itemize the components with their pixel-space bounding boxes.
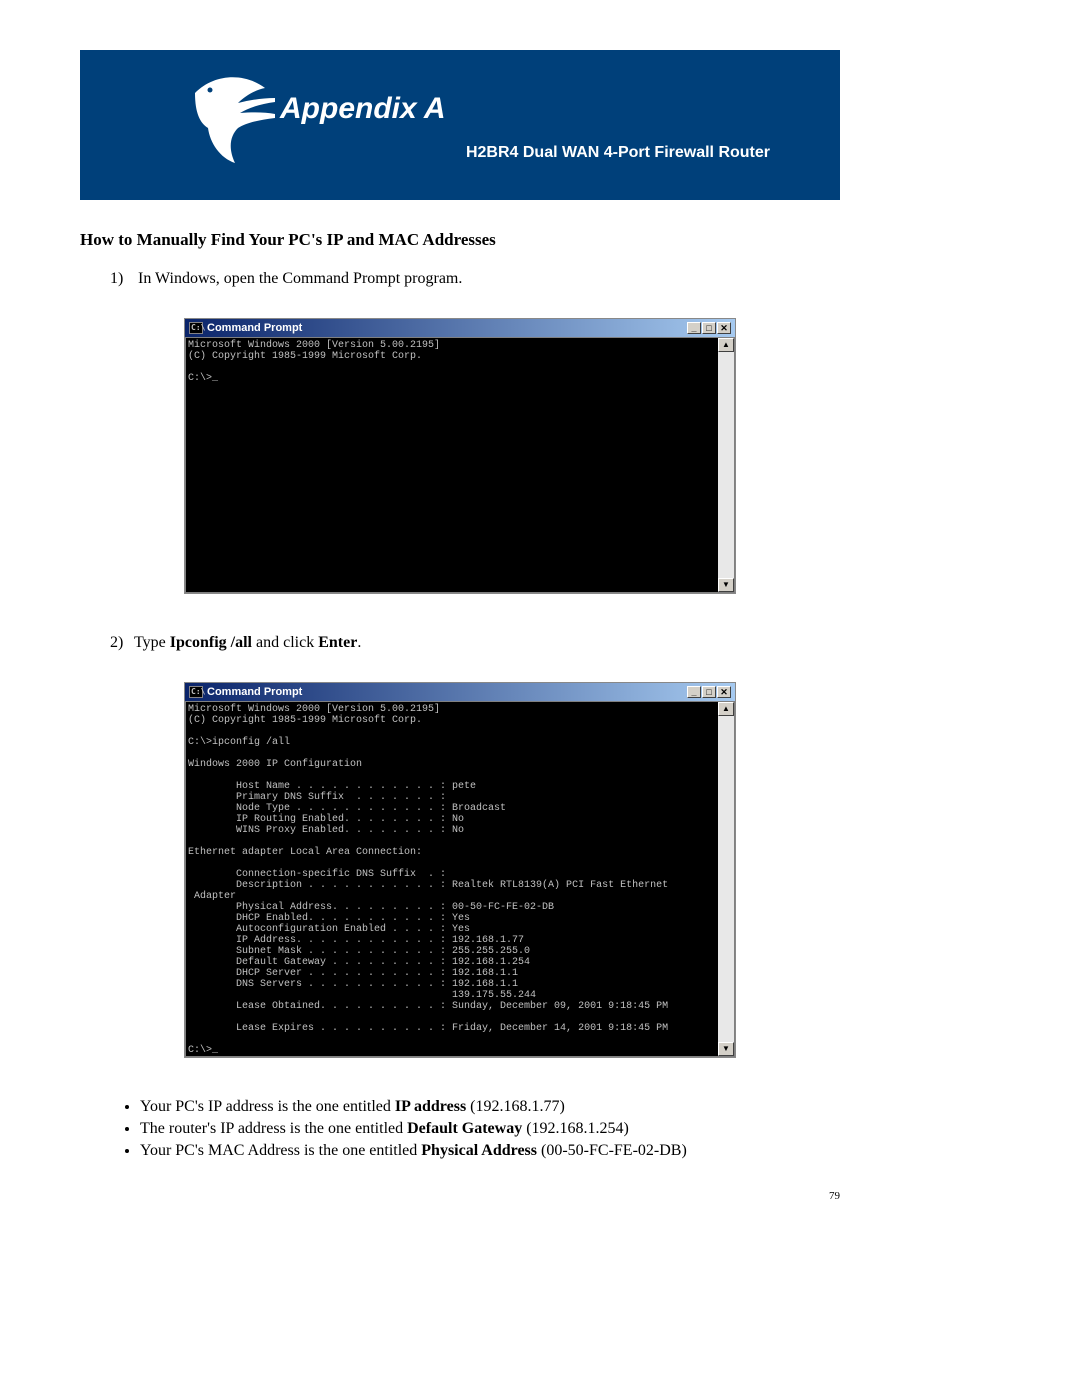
- step-1-text: In Windows, open the Command Prompt prog…: [138, 270, 462, 287]
- bullet-1: Your PC's IP address is the one entitled…: [140, 1098, 840, 1116]
- step-1: 1) In Windows, open the Command Prompt p…: [110, 270, 840, 288]
- maximize-button[interactable]: □: [702, 686, 716, 698]
- bullet-2: The router's IP address is the one entit…: [140, 1120, 840, 1138]
- minimize-button[interactable]: _: [687, 686, 701, 698]
- titlebar-text-2: Command Prompt: [207, 686, 687, 698]
- scroll-track[interactable]: [718, 716, 734, 1042]
- scroll-up-icon[interactable]: ▲: [718, 338, 734, 352]
- command-prompt-window-1: C:\ Command Prompt _ □ ✕ Microsoft Windo…: [184, 318, 736, 594]
- cmd-icon: C:\: [189, 322, 203, 334]
- banner-subtitle: H2BR4 Dual WAN 4-Port Firewall Router: [466, 144, 770, 162]
- terminal-output-1: Microsoft Windows 2000 [Version 5.00.219…: [185, 337, 718, 593]
- bullet-3: Your PC's MAC Address is the one entitle…: [140, 1142, 840, 1160]
- close-button[interactable]: ✕: [717, 686, 731, 698]
- scroll-down-icon[interactable]: ▼: [718, 578, 734, 592]
- scrollbar-2[interactable]: ▲ ▼: [718, 701, 735, 1057]
- titlebar-text-1: Command Prompt: [207, 322, 687, 334]
- terminal-output-2: Microsoft Windows 2000 [Version 5.00.219…: [185, 701, 718, 1057]
- step-2-post: .: [357, 634, 361, 651]
- step-2-pre: Type: [134, 634, 170, 651]
- scroll-track[interactable]: [718, 352, 734, 578]
- scrollbar-1[interactable]: ▲ ▼: [718, 337, 735, 593]
- step-2-mid: and click: [252, 634, 318, 651]
- minimize-button[interactable]: _: [687, 322, 701, 334]
- banner-title: Appendix A: [280, 92, 446, 126]
- step-2-bold2: Enter: [318, 634, 357, 651]
- page-number: 79: [80, 1190, 840, 1202]
- banner-header: Appendix A H2BR4 Dual WAN 4-Port Firewal…: [80, 50, 840, 200]
- titlebar-2: C:\ Command Prompt _ □ ✕: [185, 683, 735, 701]
- maximize-button[interactable]: □: [702, 322, 716, 334]
- step-2-number: 2): [110, 634, 134, 652]
- close-button[interactable]: ✕: [717, 322, 731, 334]
- cmd-icon: C:\: [189, 686, 203, 698]
- step-2: 2)Type Ipconfig /all and click Enter.: [110, 634, 840, 652]
- command-prompt-window-2: C:\ Command Prompt _ □ ✕ Microsoft Windo…: [184, 682, 736, 1058]
- scroll-down-icon[interactable]: ▼: [718, 1042, 734, 1056]
- step-1-number: 1): [110, 270, 134, 288]
- hawk-icon: [190, 68, 280, 183]
- bullet-list: Your PC's IP address is the one entitled…: [110, 1098, 840, 1160]
- step-2-bold1: Ipconfig /all: [170, 634, 252, 651]
- titlebar-1: C:\ Command Prompt _ □ ✕: [185, 319, 735, 337]
- scroll-up-icon[interactable]: ▲: [718, 702, 734, 716]
- section-heading: How to Manually Find Your PC's IP and MA…: [80, 230, 840, 250]
